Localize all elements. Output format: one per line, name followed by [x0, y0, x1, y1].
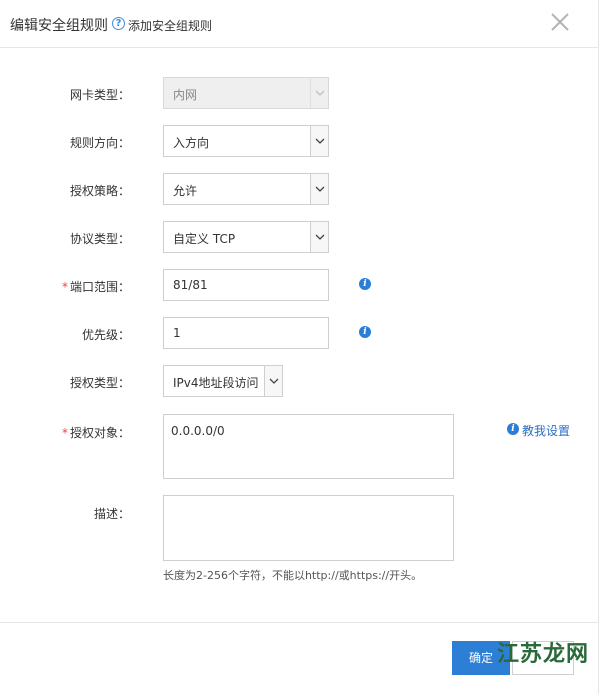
description-textarea[interactable]: [163, 495, 454, 561]
direction-value: 入方向: [173, 136, 210, 150]
port-range-label-text: 端口范围：: [69, 280, 130, 294]
auth-object-textarea[interactable]: 0.0.0.0/0: [163, 414, 454, 479]
edit-security-group-rule-dialog: 编辑安全组规则 ? 添加安全组规则 网卡类型： 内网 规则方向： 入方向 授权策…: [0, 0, 599, 694]
chevron-down-icon[interactable]: [264, 366, 282, 396]
auth-type-value: IPv4地址段访问: [173, 376, 259, 390]
direction-select[interactable]: 入方向: [163, 125, 329, 157]
nic-type-value: 内网: [173, 88, 198, 102]
protocol-label: 协议类型：: [69, 232, 130, 246]
required-mark: *: [61, 426, 68, 440]
add-rule-help-link[interactable]: 添加安全组规则: [128, 17, 212, 34]
watermark: 江苏龙网: [497, 636, 599, 686]
priority-label: 优先级：: [81, 328, 130, 342]
port-range-label: * 端口范围：: [0, 278, 130, 295]
teach-me-link-text: 教我设置: [522, 424, 571, 438]
protocol-select[interactable]: 自定义 TCP: [163, 221, 329, 253]
policy-label: 授权策略：: [69, 184, 130, 198]
direction-label: 规则方向：: [69, 136, 130, 150]
chevron-down-icon[interactable]: [310, 126, 328, 156]
auth-type-label: 授权类型：: [69, 376, 130, 390]
policy-select[interactable]: 允许: [163, 173, 329, 205]
footer-divider: [0, 622, 599, 623]
protocol-value: 自定义 TCP: [173, 232, 236, 246]
port-range-value: 81/81: [173, 278, 208, 292]
required-mark: *: [61, 280, 68, 294]
port-range-input[interactable]: 81/81: [163, 269, 329, 301]
question-circle-icon[interactable]: ?: [112, 17, 125, 30]
info-circle-icon[interactable]: i: [359, 278, 371, 290]
description-label: 描述：: [93, 507, 130, 521]
auth-object-value: 0.0.0.0/0: [171, 424, 225, 438]
priority-input[interactable]: 1: [163, 317, 329, 349]
policy-value: 允许: [173, 184, 198, 198]
description-hint: 长度为2-256个字符，不能以http://或https://开头。: [163, 569, 423, 582]
dialog-header: 编辑安全组规则 ? 添加安全组规则: [0, 0, 599, 48]
chevron-down-icon[interactable]: [310, 222, 328, 252]
priority-value: 1: [173, 326, 181, 340]
auth-object-label-text: 授权对象：: [69, 426, 130, 440]
dialog-title: 编辑安全组规则: [10, 18, 108, 34]
nic-type-label: 网卡类型：: [69, 88, 130, 102]
info-circle-icon[interactable]: i: [359, 326, 371, 338]
chevron-down-icon[interactable]: [310, 174, 328, 204]
auth-type-select[interactable]: IPv4地址段访问: [163, 365, 283, 397]
watermark-text: 江苏龙网: [497, 642, 590, 667]
close-icon[interactable]: [548, 10, 572, 34]
auth-object-label: * 授权对象：: [0, 424, 130, 441]
chevron-down-icon: [310, 78, 328, 108]
info-circle-icon: i: [507, 423, 519, 435]
nic-type-select: 内网: [163, 77, 329, 109]
